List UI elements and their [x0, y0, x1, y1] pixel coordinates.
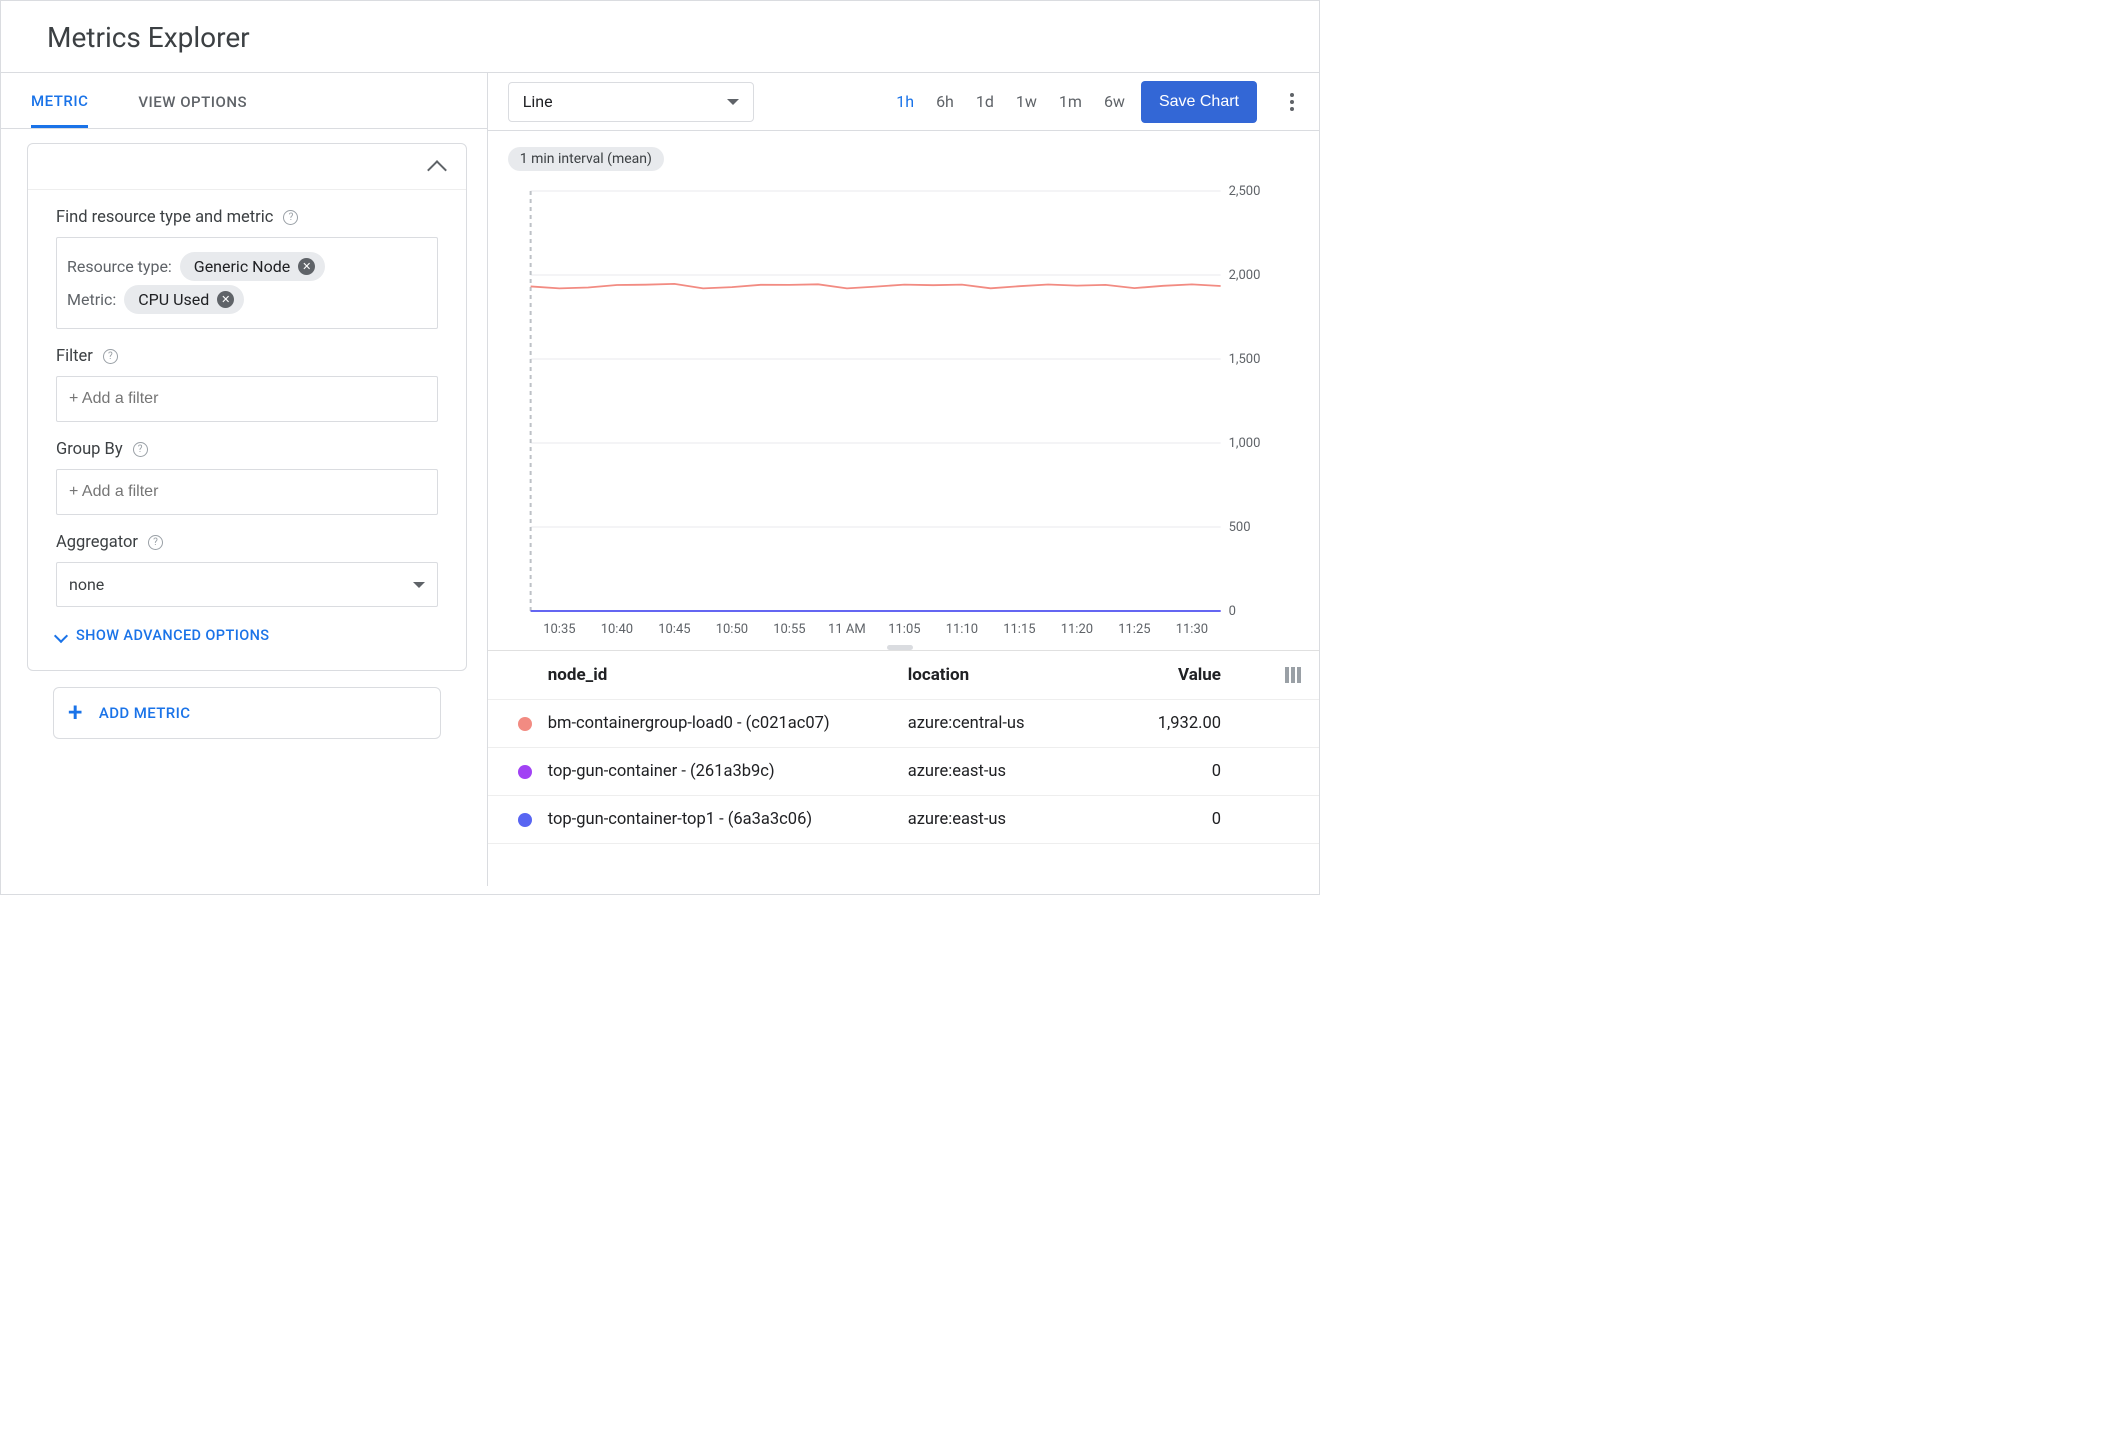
drag-handle-icon[interactable] — [887, 645, 913, 650]
range-1d[interactable]: 1d — [976, 92, 994, 111]
cell-value: 0 — [1158, 810, 1261, 829]
svg-text:1,500: 1,500 — [1228, 352, 1260, 367]
range-1m[interactable]: 1m — [1059, 92, 1082, 111]
svg-text:10:40: 10:40 — [600, 622, 632, 637]
help-icon[interactable]: ? — [283, 210, 298, 225]
tab-metric[interactable]: METRIC — [31, 74, 88, 128]
col-location[interactable]: location — [908, 665, 1158, 685]
find-metric-label: Find resource type and metric — [56, 208, 273, 227]
right-panel: Line 1h 6h 1d 1w 1m 6w Save Chart 1 min … — [488, 73, 1319, 886]
svg-text:11:25: 11:25 — [1118, 622, 1150, 637]
cell-location: azure:east-us — [908, 762, 1158, 781]
close-icon[interactable]: ✕ — [298, 258, 315, 275]
col-node-id[interactable]: node_id — [548, 665, 908, 685]
aggregator-select[interactable]: none — [56, 562, 438, 607]
svg-text:500: 500 — [1228, 520, 1250, 535]
filter-label: Filter — [56, 347, 93, 366]
add-metric-button[interactable]: + ADD METRIC — [53, 687, 441, 739]
chevron-up-icon[interactable] — [427, 160, 447, 180]
show-advanced-options[interactable]: SHOW ADVANCED OPTIONS — [56, 607, 438, 660]
range-1h[interactable]: 1h — [896, 92, 914, 111]
show-advanced-label: SHOW ADVANCED OPTIONS — [76, 627, 269, 644]
resource-type-value: Generic Node — [194, 257, 290, 276]
svg-text:10:35: 10:35 — [543, 622, 575, 637]
series-color-dot — [518, 717, 532, 731]
chevron-down-icon — [727, 99, 739, 105]
svg-text:11:05: 11:05 — [888, 622, 920, 637]
svg-text:11:30: 11:30 — [1175, 622, 1207, 637]
save-chart-button[interactable]: Save Chart — [1141, 81, 1257, 123]
svg-text:11 AM: 11 AM — [828, 622, 866, 637]
chart-type-select[interactable]: Line — [508, 82, 754, 122]
svg-text:11:10: 11:10 — [945, 622, 977, 637]
legend-table: node_id location Value bm-containergroup… — [488, 650, 1319, 844]
series-color-dot — [518, 813, 532, 827]
time-range-picker: 1h 6h 1d 1w 1m 6w — [896, 92, 1125, 111]
metric-selector[interactable]: Resource type: Generic Node ✕ Metric: CP… — [56, 237, 438, 329]
chevron-down-icon — [54, 628, 68, 642]
resource-type-label: Resource type: — [67, 257, 172, 276]
chevron-down-icon — [413, 582, 425, 588]
groupby-label: Group By — [56, 440, 123, 459]
svg-text:2,500: 2,500 — [1228, 184, 1260, 199]
help-icon[interactable]: ? — [133, 442, 148, 457]
cell-location: azure:central-us — [908, 714, 1158, 733]
metric-label: Metric: — [67, 290, 116, 309]
table-row[interactable]: top-gun-container - (261a3b9c)azure:east… — [488, 748, 1319, 796]
range-6h[interactable]: 6h — [936, 92, 954, 111]
more-menu-icon[interactable] — [1283, 93, 1301, 111]
table-row[interactable]: top-gun-container-top1 - (6a3a3c06)azure… — [488, 796, 1319, 844]
svg-text:10:45: 10:45 — [658, 622, 690, 637]
svg-text:0: 0 — [1228, 604, 1235, 619]
line-chart[interactable]: 0 500 1,000 1,500 2,000 2,500 10:35 10:40 10:45 1… — [502, 171, 1299, 641]
close-icon[interactable]: ✕ — [217, 291, 234, 308]
aggregator-label: Aggregator — [56, 533, 138, 552]
page-title: Metrics Explorer — [1, 1, 1319, 72]
series-color-dot — [518, 765, 532, 779]
filter-input[interactable] — [56, 376, 438, 422]
svg-text:11:15: 11:15 — [1003, 622, 1035, 637]
columns-icon[interactable] — [1285, 667, 1301, 683]
groupby-input[interactable] — [56, 469, 438, 515]
cell-value: 1,932.00 — [1158, 714, 1261, 733]
add-metric-label: ADD METRIC — [99, 704, 191, 722]
range-1w[interactable]: 1w — [1016, 92, 1037, 111]
metric-value: CPU Used — [138, 290, 209, 309]
help-icon[interactable]: ? — [103, 349, 118, 364]
help-icon[interactable]: ? — [148, 535, 163, 550]
col-value[interactable]: Value — [1158, 665, 1261, 685]
cell-value: 0 — [1158, 762, 1261, 781]
tab-view-options[interactable]: VIEW OPTIONS — [138, 75, 247, 127]
svg-text:1,000: 1,000 — [1228, 436, 1260, 451]
left-panel: METRIC VIEW OPTIONS Find resource type a… — [1, 73, 488, 886]
aggregator-value: none — [69, 575, 104, 594]
interval-pill: 1 min interval (mean) — [508, 147, 664, 171]
svg-text:10:55: 10:55 — [773, 622, 805, 637]
cell-node-id: bm-containergroup-load0 - (c021ac07) — [548, 714, 908, 733]
cell-node-id: top-gun-container-top1 - (6a3a3c06) — [548, 810, 908, 829]
range-6w[interactable]: 6w — [1104, 92, 1125, 111]
metric-chip[interactable]: CPU Used ✕ — [124, 285, 244, 314]
resource-type-chip[interactable]: Generic Node ✕ — [180, 252, 325, 281]
svg-text:11:20: 11:20 — [1060, 622, 1092, 637]
table-row[interactable]: bm-containergroup-load0 - (c021ac07)azur… — [488, 700, 1319, 748]
chart-type-value: Line — [523, 92, 553, 111]
svg-text:10:50: 10:50 — [715, 622, 747, 637]
svg-text:2,000: 2,000 — [1228, 268, 1260, 283]
plus-icon: + — [68, 700, 83, 726]
cell-location: azure:east-us — [908, 810, 1158, 829]
cell-node-id: top-gun-container - (261a3b9c) — [548, 762, 908, 781]
